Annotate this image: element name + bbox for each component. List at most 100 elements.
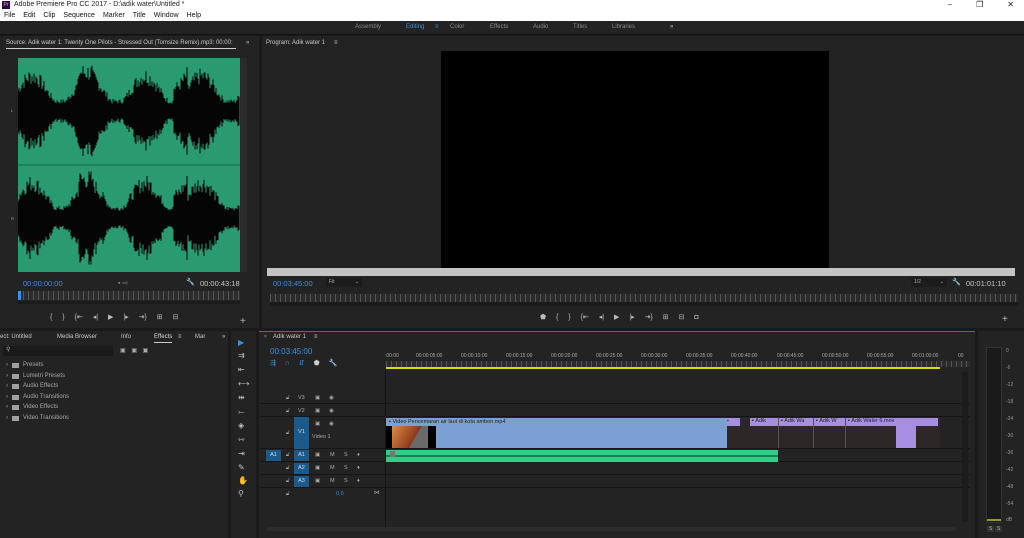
menu-window[interactable]: Window (154, 10, 179, 21)
workspace-assembly[interactable]: Assembly (355, 24, 381, 30)
selection-tool-icon[interactable]: ▶ (238, 338, 244, 347)
rate-stretch-tool-icon[interactable]: ⇹ (238, 393, 245, 402)
lock-icon[interactable]: 🔓︎ (286, 452, 290, 459)
source-playhead-timecode[interactable]: 00:00:00:00 (23, 279, 63, 288)
razor-tool-icon[interactable]: ⤚ (238, 407, 244, 417)
close-sequence-icon[interactable]: × (264, 334, 267, 340)
video-clip-adik-3[interactable]: ▪ Adik Wa (778, 418, 813, 448)
work-area-bar[interactable] (386, 367, 940, 369)
workspace-titles[interactable]: Titles (573, 24, 587, 30)
workspace-more-button[interactable]: » (670, 24, 673, 30)
effects-filter-icons[interactable]: ▣ ▣ ▣ (120, 347, 148, 354)
lock-icon[interactable]: 🔓︎ (286, 395, 290, 402)
workspace-color[interactable]: Color (450, 24, 464, 30)
workspace-libraries[interactable]: Libraries (612, 24, 635, 30)
sequence-menu-icon[interactable]: ≡ (314, 332, 318, 342)
mute-button[interactable]: M (330, 465, 335, 471)
lock-icon[interactable]: 🔓︎ (286, 491, 290, 498)
menu-marker[interactable]: Marker (103, 10, 125, 21)
panel-more-button[interactable]: » (222, 332, 225, 342)
workspace-editing[interactable]: Editing (406, 24, 424, 30)
zoom-tool-icon[interactable]: ⚲ (238, 489, 244, 498)
solo-button[interactable]: S (344, 452, 348, 458)
track-target-a3[interactable]: A3 (294, 476, 309, 487)
lock-icon[interactable]: 🔓︎ (286, 478, 290, 485)
workspace-audio[interactable]: Audio (533, 24, 548, 30)
source-transport-controls[interactable]: { } {⇤ ◂| ▶ |▸ ⇥} ⊞ ⊟ (50, 313, 178, 321)
workspace-effects[interactable]: Effects (490, 24, 508, 30)
sequence-tab[interactable]: Adik water 1 (273, 332, 306, 342)
sync-lock-icon[interactable]: ▣ (315, 408, 320, 414)
sync-lock-icon[interactable]: ▣ (315, 465, 320, 471)
source-zoom-scrollbar[interactable] (18, 301, 240, 304)
mute-button[interactable]: M (330, 452, 335, 458)
effects-item-video-effects[interactable]: › Video Effects (6, 404, 58, 410)
minimize-button[interactable]: – (948, 0, 952, 10)
menu-clip[interactable]: Clip (43, 10, 55, 21)
video-clip-main[interactable]: ▪ Video Pencemaran air laut di kota ambo… (386, 418, 727, 448)
track-label-v3[interactable]: V3 (298, 395, 305, 401)
tab-info[interactable]: Info (121, 332, 131, 342)
waveform-scrollbar[interactable] (240, 58, 247, 272)
video-clip-small[interactable]: ▪ (727, 418, 750, 448)
solo-button[interactable]: S (344, 478, 348, 484)
menu-edit[interactable]: Edit (23, 10, 35, 21)
tab-markers[interactable]: Mar (195, 332, 205, 342)
voiceover-mic-icon[interactable]: ♦ (357, 465, 360, 471)
program-playhead-timecode[interactable]: 00:03:45:00 (273, 279, 313, 288)
go-to-end-icon[interactable]: ⋈ (374, 490, 380, 496)
lock-icon[interactable]: 🔓︎ (286, 465, 290, 472)
menu-file[interactable]: File (4, 10, 15, 21)
slip-tool-icon[interactable]: ◈ (238, 421, 244, 430)
video-clip-adik-4[interactable]: ▪ Adik W (813, 418, 845, 448)
settings-wrench-icon[interactable]: 🔧 (186, 278, 195, 286)
tab-effects[interactable]: Effects (154, 332, 173, 343)
effects-menu-icon[interactable]: ≡ (178, 332, 182, 342)
track-forward-tool-icon[interactable]: ⇥ (238, 449, 245, 458)
zoom-level-dropdown[interactable]: Fit ⌄ (326, 278, 362, 287)
lock-icon[interactable]: 🔓︎ (286, 430, 290, 437)
effects-item-lumetri-presets[interactable]: › Lumetri Presets (6, 373, 65, 379)
source-add-button-icon[interactable]: + (240, 316, 246, 327)
solo-left-button[interactable]: S (987, 526, 995, 532)
sync-lock-icon[interactable]: ▣ (315, 421, 320, 427)
sync-lock-icon[interactable]: ▣ (315, 452, 320, 458)
hand-tool-icon[interactable]: ✋ (238, 476, 248, 485)
effects-item-audio-transitions[interactable]: › Audio Transitions (6, 394, 69, 400)
ripple-edit-tool-icon[interactable]: ⇤ (238, 365, 245, 374)
video-clip-tail[interactable] (930, 418, 940, 448)
workspace-menu-icon[interactable]: ≡ (435, 24, 439, 30)
track-target-v1[interactable]: V1 (294, 417, 309, 449)
rolling-edit-tool-icon[interactable]: ⟷ (238, 379, 249, 388)
eye-icon[interactable]: ◉ (329, 395, 334, 401)
voiceover-mic-icon[interactable]: ♦ (357, 452, 360, 458)
sync-lock-icon[interactable]: ▣ (315, 395, 320, 401)
program-tab[interactable]: Program: Adik water 1 (266, 38, 325, 48)
tab-media-browser[interactable]: Media Browser (57, 332, 97, 342)
source-time-ruler[interactable] (18, 291, 240, 300)
voiceover-mic-icon[interactable]: ♦ (357, 478, 360, 484)
timeline-vertical-scrollbar[interactable] (962, 372, 968, 522)
program-menu-icon[interactable]: ≡ (334, 38, 338, 48)
program-zoom-scrollbar[interactable] (270, 302, 1018, 306)
slide-tool-icon[interactable]: ⇿ (238, 435, 245, 444)
effects-search-input[interactable]: ⚲ (3, 346, 113, 356)
master-volume-value[interactable]: 0,0 (336, 491, 344, 497)
track-target-a2[interactable]: A2 (294, 463, 309, 474)
timeline-timecode[interactable]: 00:03:45:00 (270, 347, 312, 356)
program-add-button-icon[interactable]: + (1002, 314, 1008, 325)
video-clip-adik-water-6[interactable]: ▪ Adik Water 6.mov (845, 418, 930, 448)
source-playhead[interactable] (18, 291, 21, 300)
track-label-v2[interactable]: V2 (298, 408, 305, 414)
lock-icon[interactable]: 🔓︎ (286, 408, 290, 415)
source-more-button[interactable]: » (246, 38, 249, 48)
eye-icon[interactable]: ◉ (329, 421, 334, 427)
resolution-dropdown[interactable]: 1/2 ⌄ (911, 278, 947, 287)
pen-tool-icon[interactable]: ✎ (238, 463, 245, 472)
video-clip-adik-2[interactable]: ▪ Adik (750, 418, 778, 448)
effects-item-presets[interactable]: › Presets (6, 362, 43, 368)
program-time-ruler[interactable] (270, 294, 1018, 302)
menu-sequence[interactable]: Sequence (63, 10, 95, 21)
eye-icon[interactable]: ◉ (329, 408, 334, 414)
menu-title[interactable]: Title (133, 10, 146, 21)
